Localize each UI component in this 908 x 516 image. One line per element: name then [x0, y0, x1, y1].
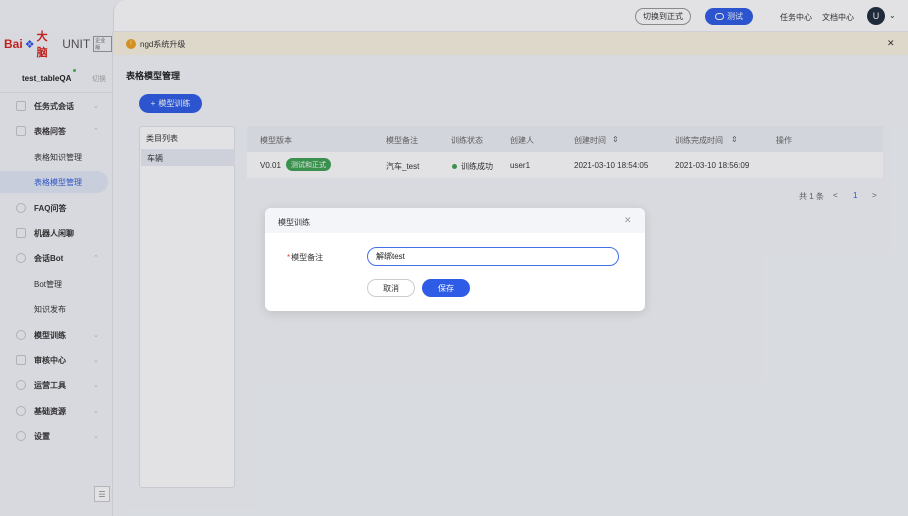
dialog-header: 模型训练 ✕ [265, 208, 645, 233]
close-icon[interactable]: ✕ [624, 215, 632, 226]
save-button[interactable]: 保存 [422, 279, 470, 297]
model-note-label-text: 模型备注 [291, 253, 324, 262]
model-note-input[interactable] [367, 247, 619, 266]
cancel-button[interactable]: 取消 [367, 279, 415, 297]
model-note-label: *模型备注 [287, 252, 323, 263]
dialog-title: 模型训练 [278, 218, 310, 227]
required-mark: * [287, 253, 291, 262]
model-train-dialog: 模型训练 ✕ *模型备注 取消 保存 [265, 208, 645, 311]
